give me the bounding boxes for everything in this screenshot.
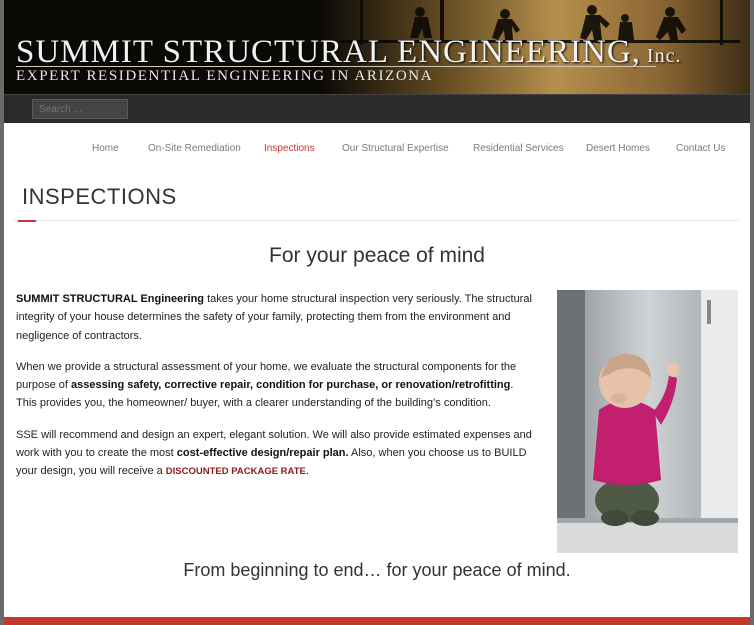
paragraph-solution-end: .	[305, 465, 309, 478]
footer-accent-bar	[4, 617, 750, 625]
site-title-suffix: Inc.	[646, 45, 682, 67]
paragraph-solution: SSE will recommend and design an expert,…	[16, 426, 536, 482]
paragraph-intro: SUMMIT STRUCTURAL Engineering takes your…	[16, 290, 536, 345]
nav-item-home[interactable]: Home	[92, 143, 119, 154]
search-bar	[4, 94, 750, 123]
title-underline	[16, 66, 656, 67]
title-divider	[14, 220, 739, 221]
closing-tagline: From beginning to end… for your peace of…	[183, 560, 571, 580]
site-tagline: EXPERT RESIDENTIAL ENGINEERING IN ARIZON…	[16, 68, 434, 84]
assessment-purposes-bold: assessing safety, corrective repair, con…	[71, 379, 511, 392]
main-content: SUMMIT STRUCTURAL Engineering takes your…	[16, 290, 536, 495]
search-input[interactable]	[32, 99, 128, 119]
page-headline: For your peace of mind	[269, 244, 485, 267]
company-name-bold: SUMMIT STRUCTURAL Engineering	[16, 293, 205, 305]
page-title: INSPECTIONS	[22, 184, 177, 209]
site-header: SUMMIT STRUCTURAL ENGINEERING, Inc. EXPER…	[4, 0, 750, 94]
main-navigation: Home On-Site Remediation Inspections Our…	[4, 123, 750, 177]
nav-item-residential-services[interactable]: Residential Services	[473, 143, 564, 154]
nav-item-our-structural-expertise[interactable]: Our Structural Expertise	[342, 143, 449, 154]
paragraph-assessment: When we provide a structural assessment …	[16, 358, 536, 413]
nav-item-inspections[interactable]: Inspections	[264, 143, 315, 154]
page-frame: SUMMIT STRUCTURAL ENGINEERING, Inc. EXPER…	[4, 0, 750, 625]
nav-item-contact-us[interactable]: Contact Us	[676, 143, 725, 154]
baby-at-window-photo	[557, 290, 738, 553]
title-accent-bar	[18, 220, 36, 222]
nav-item-desert-homes[interactable]: Desert Homes	[586, 143, 650, 154]
repair-plan-bold: cost-effective design/repair plan.	[176, 447, 349, 460]
nav-item-on-site-remediation[interactable]: On-Site Remediation	[148, 143, 241, 154]
site-title-text: SUMMIT STRUCTURAL ENGINEERING,	[16, 34, 641, 70]
discounted-package-rate: DISCOUNTED PACKAGE RATE	[165, 466, 306, 478]
